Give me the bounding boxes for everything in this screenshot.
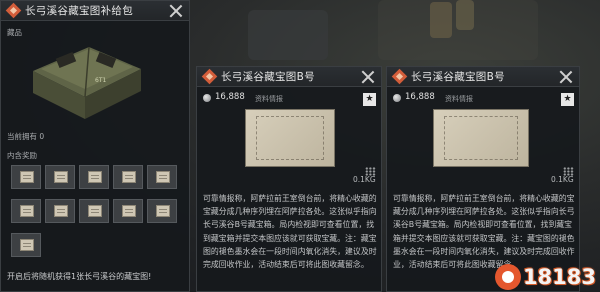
reward-item[interactable] xyxy=(147,199,177,223)
treasure-map-icon xyxy=(156,205,170,217)
close-icon[interactable] xyxy=(361,70,375,84)
reward-item[interactable] xyxy=(11,233,41,257)
section-label: 藏品 xyxy=(7,28,22,37)
supply-box-image xyxy=(33,46,141,119)
treasure-map-icon xyxy=(88,171,102,183)
item-description: 可靠情报称，阿萨拉前王室倒台前，将精心收藏的宝藏分成几种序列埋在阿萨拉各处。这张… xyxy=(203,194,377,270)
treasure-map-icon xyxy=(156,171,170,183)
site-watermark: 18183 xyxy=(494,264,596,290)
treasure-map-icon xyxy=(122,171,136,183)
close-icon[interactable] xyxy=(559,70,573,84)
reward-item[interactable] xyxy=(113,165,143,189)
reward-item[interactable] xyxy=(113,199,143,223)
background-jar xyxy=(456,0,474,30)
close-icon[interactable] xyxy=(169,4,183,18)
item-weight: 0.1KG xyxy=(551,175,574,184)
supply-pack-title: 长弓溪谷藏宝图补给包 xyxy=(25,5,133,17)
supply-pack-panel: 长弓溪谷藏宝图补给包 藏品 6T1 当前拥有 0 内含奖励 开启后将随机获得1张… xyxy=(0,0,190,292)
treasure-map-image xyxy=(433,109,529,167)
item-price: 16,888 xyxy=(215,92,245,102)
item-category: 资料情报 xyxy=(255,95,283,103)
reward-item[interactable] xyxy=(11,199,41,223)
reward-item[interactable] xyxy=(147,165,177,189)
treasure-map-icon xyxy=(122,205,136,217)
treasure-map-icon xyxy=(20,239,34,251)
coin-icon xyxy=(203,94,211,102)
contents-label: 内含奖励 xyxy=(7,151,37,160)
card-title-bar: 长弓溪谷藏宝图B号 xyxy=(387,67,579,87)
card-title: 长弓溪谷藏宝图B号 xyxy=(221,71,315,83)
supply-pack-footer: 开启后将随机获得1张长弓溪谷的藏宝图! xyxy=(7,272,152,281)
treasure-map-icon xyxy=(203,70,216,83)
treasure-map-card: 长弓溪谷藏宝图B号 16,888 资料情报 ★ 0.1KG 可靠情报称，阿萨拉前… xyxy=(386,66,580,292)
supply-pack-title-bar: 长弓溪谷藏宝图补给包 xyxy=(1,1,189,21)
treasure-map-icon xyxy=(7,4,20,17)
coin-icon xyxy=(393,94,401,102)
treasure-map-icon xyxy=(393,70,406,83)
reward-item[interactable] xyxy=(11,165,41,189)
logo-icon xyxy=(494,264,521,290)
treasure-map-image xyxy=(245,109,335,167)
item-description: 可靠情报称，阿萨拉前王室倒台前，将精心收藏的宝藏分成几种序列埋在阿萨拉各处。这张… xyxy=(393,194,575,270)
card-title: 长弓溪谷藏宝图B号 xyxy=(411,71,505,83)
reward-item[interactable] xyxy=(45,199,75,223)
owned-count: 当前拥有 0 xyxy=(7,132,45,141)
treasure-map-card: 长弓溪谷藏宝图B号 16,888 资料情报 ★ 0.1KG 可靠情报称，阿萨拉前… xyxy=(196,66,382,292)
favorite-star-button[interactable]: ★ xyxy=(561,93,574,106)
background-jar xyxy=(430,2,452,38)
treasure-map-icon xyxy=(20,171,34,183)
watermark-text: 18183 xyxy=(522,265,596,289)
reward-item[interactable] xyxy=(45,165,75,189)
treasure-map-icon xyxy=(88,205,102,217)
favorite-star-button[interactable]: ★ xyxy=(363,93,376,106)
item-price: 16,888 xyxy=(405,92,435,102)
item-category: 资料情报 xyxy=(445,95,473,103)
card-title-bar: 长弓溪谷藏宝图B号 xyxy=(197,67,381,87)
reward-item[interactable] xyxy=(79,199,109,223)
background-tool xyxy=(248,10,328,60)
treasure-map-icon xyxy=(54,205,68,217)
box-mark: 6T1 xyxy=(95,77,107,84)
reward-item[interactable] xyxy=(79,165,109,189)
treasure-map-icon xyxy=(54,171,68,183)
item-weight: 0.1KG xyxy=(353,175,376,184)
treasure-map-icon xyxy=(20,205,34,217)
